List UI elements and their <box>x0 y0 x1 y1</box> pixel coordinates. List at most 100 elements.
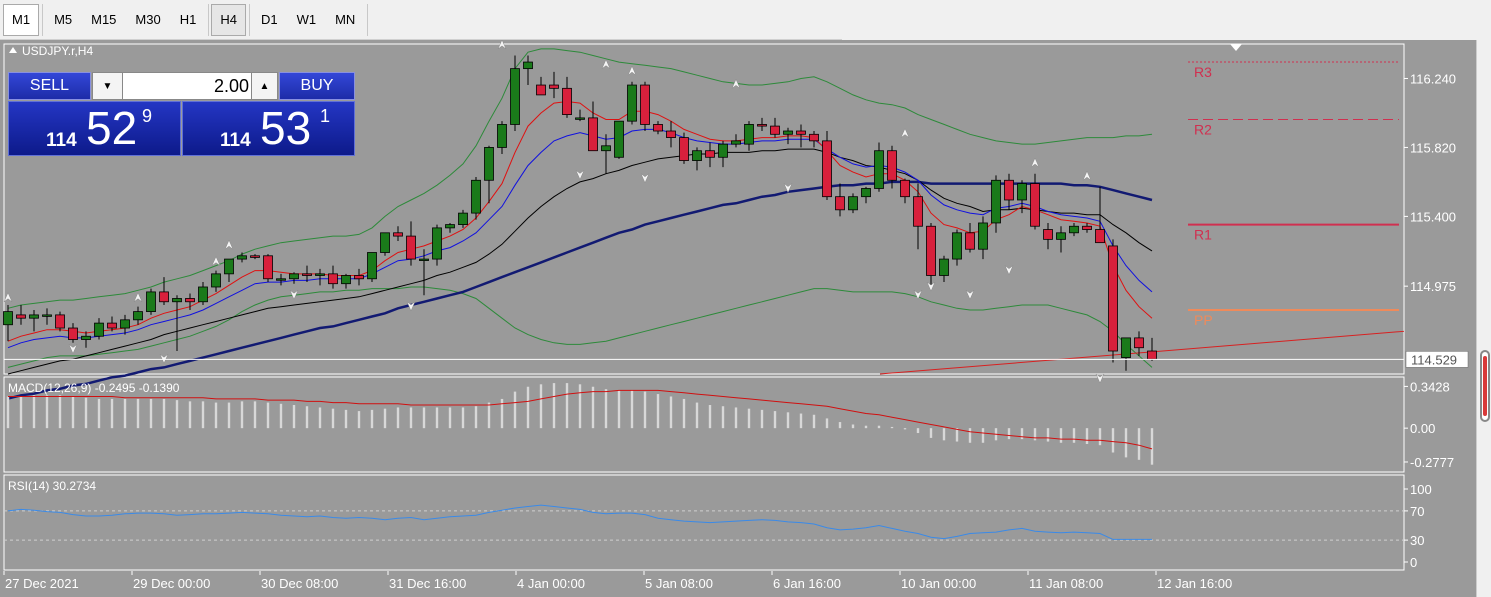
timeframe-button-h1[interactable]: H1 <box>171 4 206 36</box>
timeframe-button-m5[interactable]: M5 <box>45 4 81 36</box>
candle-bear <box>965 232 975 250</box>
timeframe-button-m1[interactable]: M1 <box>3 3 40 36</box>
timeframe-button-m15[interactable]: M15 <box>82 4 125 36</box>
macd-histogram-bar <box>149 398 153 429</box>
macd-histogram-bar <box>58 395 62 429</box>
candle-bull <box>133 311 143 321</box>
candle-bear <box>913 196 923 227</box>
candle-bull <box>315 273 325 276</box>
candle-bear <box>809 133 819 142</box>
macd-histogram-bar <box>786 412 790 429</box>
candle-bear <box>653 124 663 132</box>
macd-histogram-bar <box>695 402 699 429</box>
candle-bull <box>198 286 208 303</box>
macd-histogram-bar <box>721 406 725 429</box>
candle-bear <box>328 273 338 285</box>
candle-bull <box>874 150 884 189</box>
macd-histogram-bar <box>396 407 400 429</box>
ask-price-prefix: 114 <box>220 130 251 151</box>
macd-histogram-bar <box>461 407 465 429</box>
timeframe-button-w1[interactable]: W1 <box>288 4 326 36</box>
timeframe-button-mn[interactable]: MN <box>326 4 364 36</box>
candle-bear <box>822 140 832 198</box>
macd-histogram-bar <box>487 402 491 429</box>
macd-histogram-bar <box>981 428 985 443</box>
macd-histogram-bar <box>1085 428 1089 444</box>
candle-bull <box>614 120 624 158</box>
macd-histogram-bar <box>760 409 764 429</box>
macd-histogram-bar <box>851 424 855 429</box>
bid-price-prefix: 114 <box>46 130 77 151</box>
candle-bear <box>666 130 676 138</box>
macd-histogram-bar <box>1098 428 1102 446</box>
candle-bear <box>68 327 78 340</box>
macd-histogram-bar <box>604 389 608 429</box>
candle-bull <box>3 311 13 326</box>
volume-input[interactable] <box>125 75 249 97</box>
candle-bull <box>1056 232 1066 240</box>
ask-price-box[interactable]: 114 53 1 <box>182 101 355 156</box>
toolbar-separator <box>208 3 210 36</box>
candle-bear <box>263 255 273 280</box>
macd-histogram-bar <box>929 428 933 438</box>
macd-histogram-bar <box>71 396 75 429</box>
bid-price-box[interactable]: 114 52 9 <box>8 101 181 156</box>
candle-bear <box>250 255 260 258</box>
macd-histogram-bar <box>617 390 621 429</box>
macd-histogram-bar <box>448 407 452 429</box>
candle-bull <box>1069 225 1079 234</box>
candle-bear <box>900 179 910 198</box>
buy-button[interactable]: BUY <box>279 72 355 100</box>
candle-bull <box>237 255 247 260</box>
macd-axis-tick-label: -0.2777 <box>1410 455 1454 470</box>
vertical-scrollbar[interactable] <box>1476 40 1491 597</box>
macd-histogram-bar <box>1150 428 1154 465</box>
timeframe-button-d1[interactable]: D1 <box>252 4 287 36</box>
time-axis-tick-label: 10 Jan 00:00 <box>901 576 976 591</box>
macd-histogram-bar <box>175 400 179 429</box>
scrollbar-thumb[interactable] <box>1480 350 1490 422</box>
macd-histogram-bar <box>227 402 231 429</box>
rsi-axis-tick-label: 30 <box>1410 533 1424 548</box>
pivot-label-r2: R2 <box>1194 122 1212 138</box>
rsi-axis-tick-label: 70 <box>1410 504 1424 519</box>
volume-increase-button[interactable]: ▲ <box>251 73 277 99</box>
time-axis-tick-label: 31 Dec 16:00 <box>389 576 466 591</box>
candle-bull <box>146 291 156 313</box>
ask-price-pips: 53 <box>260 102 312 154</box>
candle-bear <box>1108 245 1118 352</box>
macd-histogram-bar <box>110 398 114 429</box>
candle-bull <box>575 117 585 120</box>
chart-window[interactable]: R3 R2 R1 PP 114.529 116.240 115.820 115.400 114.… <box>0 40 1476 597</box>
macd-histogram-bar <box>942 428 946 441</box>
candle-bull <box>484 147 494 181</box>
macd-histogram-bar <box>1111 428 1115 453</box>
macd-histogram-bar <box>708 405 712 429</box>
macd-histogram-bar <box>552 383 556 429</box>
timeframe-button-m30[interactable]: M30 <box>126 4 169 36</box>
candle-bull <box>81 335 91 340</box>
pivot-label-pp: PP <box>1194 312 1213 328</box>
macd-histogram-bar <box>123 398 127 429</box>
macd-histogram-bar <box>812 414 816 429</box>
macd-histogram-bar <box>6 396 10 429</box>
macd-histogram-bar <box>136 398 140 429</box>
candle-bull <box>341 275 351 285</box>
volume-decrease-button[interactable]: ▼ <box>93 73 123 99</box>
candle-bull <box>523 61 533 70</box>
macd-histogram-bar <box>474 406 478 429</box>
triangle-down-icon: ▼ <box>102 80 113 92</box>
candle-bear <box>1082 225 1092 230</box>
price-axis-tick-label: 114.975 <box>1410 279 1456 294</box>
macd-histogram-bar <box>344 409 348 429</box>
sell-button[interactable]: SELL <box>8 72 91 100</box>
timeframe-button-h4[interactable]: H4 <box>211 3 246 36</box>
macd-histogram-bar <box>214 402 218 429</box>
macd-histogram-bar <box>45 395 49 429</box>
macd-histogram-bar <box>292 405 296 429</box>
bid-price-pips: 52 <box>86 102 138 154</box>
candle-bull <box>94 322 104 337</box>
macd-histogram-bar <box>1137 428 1141 460</box>
bid-price-fraction: 9 <box>142 106 153 126</box>
macd-histogram-bar <box>799 413 803 429</box>
